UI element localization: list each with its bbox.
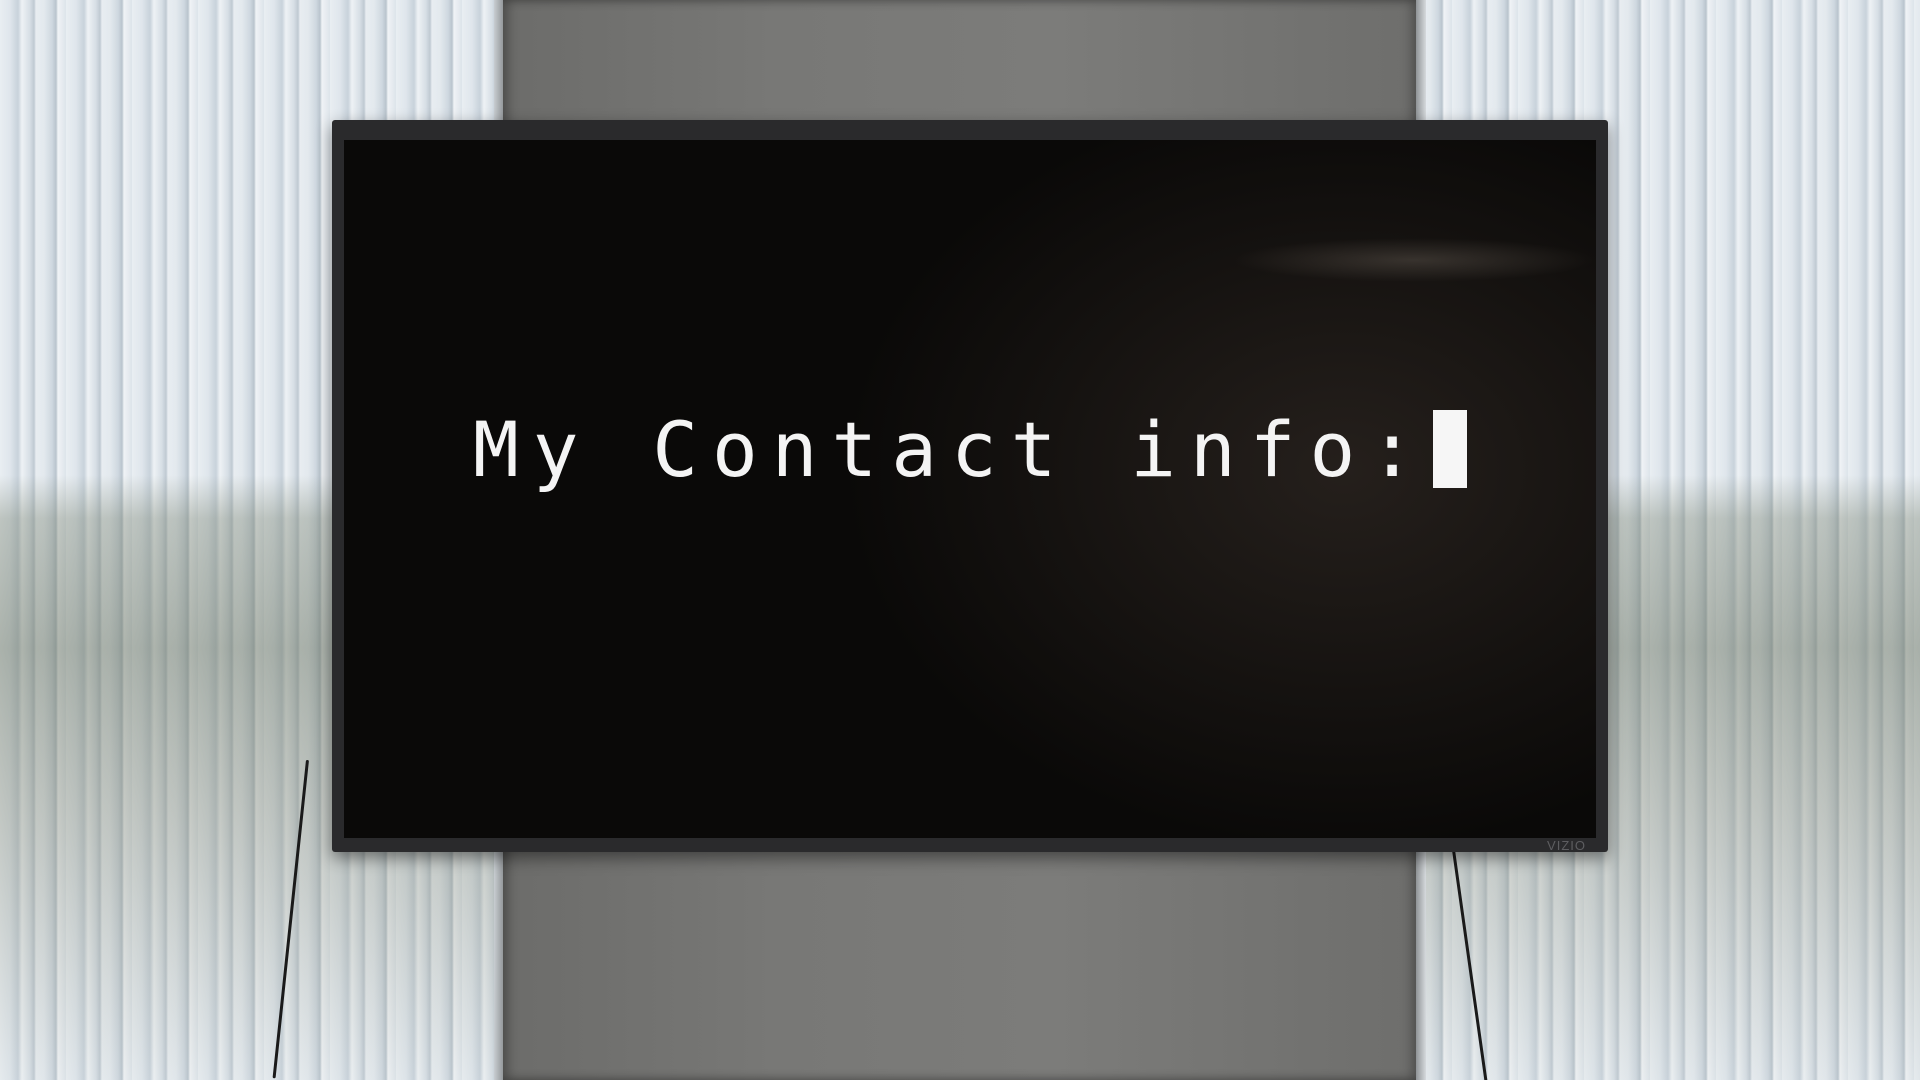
power-cable-left	[272, 759, 309, 1079]
power-cable-right	[1452, 849, 1489, 1080]
contact-info-label: My Contact info:	[472, 404, 1430, 494]
office-scene: My Contact info: VIZIO	[0, 0, 1920, 1080]
tv-screen: My Contact info:	[344, 140, 1596, 838]
tv-brand-logo: VIZIO	[1547, 838, 1586, 853]
wall-mounted-tv: My Contact info: VIZIO	[332, 120, 1608, 853]
terminal-prompt: My Contact info:	[344, 140, 1596, 838]
block-cursor	[1433, 410, 1468, 488]
